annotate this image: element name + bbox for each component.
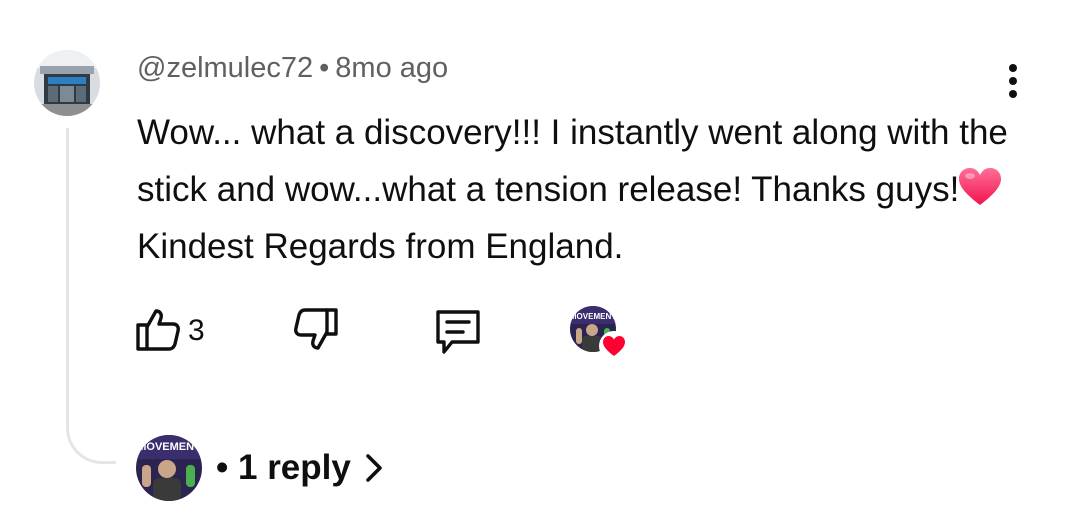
comment-text: Wow... what a discovery!!! I instantly w… bbox=[137, 104, 1017, 275]
replies-link[interactable]: MOVEMENT • 1 reply bbox=[136, 435, 387, 501]
comment-meta: @zelmulec72 • 8mo ago bbox=[137, 52, 448, 85]
heart-icon bbox=[598, 330, 630, 362]
replies-label[interactable]: • 1 reply bbox=[216, 448, 351, 488]
reply-comment-icon[interactable] bbox=[432, 310, 484, 362]
reply-avatar-logo-text: MOVEMENT bbox=[137, 441, 201, 453]
comment-author[interactable]: @zelmulec72 bbox=[137, 52, 313, 84]
comment-text-part1: Wow... what a discovery!!! I instantly w… bbox=[137, 113, 1008, 209]
meta-separator: • bbox=[319, 52, 330, 84]
comment-text-part2: Kindest Regards from England. bbox=[137, 227, 624, 266]
comment-time: 8mo ago bbox=[335, 52, 449, 84]
thread-connector-line bbox=[66, 128, 116, 464]
creator-heart: MOVEMENT bbox=[570, 306, 634, 362]
dislike-button[interactable] bbox=[292, 306, 342, 356]
replies-separator: • bbox=[216, 448, 229, 487]
reply-author-avatar: MOVEMENT bbox=[136, 435, 202, 501]
replies-count: 1 reply bbox=[238, 448, 351, 487]
creator-avatar-logo-text: MOVEMENT bbox=[570, 312, 616, 321]
heart-emoji-icon bbox=[957, 167, 1003, 207]
like-count: 3 bbox=[188, 314, 205, 347]
chevron-right-icon[interactable] bbox=[361, 451, 387, 485]
commenter-avatar[interactable] bbox=[34, 50, 100, 116]
reply-button[interactable] bbox=[432, 306, 484, 358]
like-button[interactable]: 3 bbox=[134, 306, 205, 356]
more-vert-icon[interactable] bbox=[998, 62, 1028, 102]
thumbs-up-icon[interactable] bbox=[134, 305, 182, 358]
thumbs-down-icon[interactable] bbox=[292, 308, 340, 358]
